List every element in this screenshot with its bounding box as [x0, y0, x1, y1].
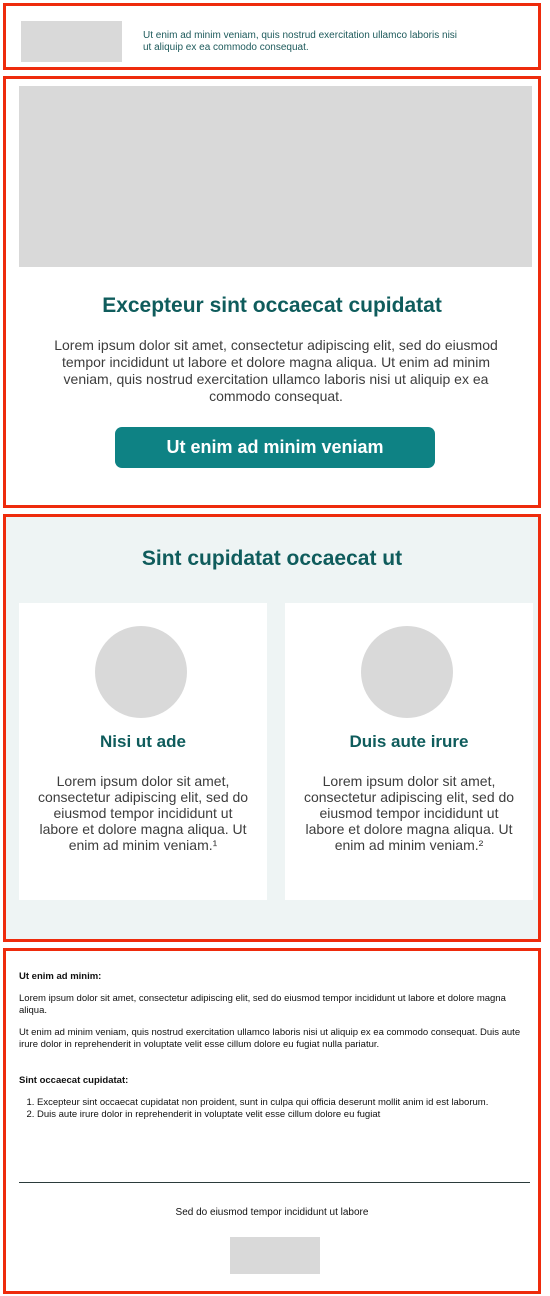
footer-heading: Ut enim ad minim:: [19, 971, 102, 982]
features-section: Sint cupidatat occaecat ut Nisi ut ade L…: [3, 514, 541, 942]
hero-image-placeholder: [19, 86, 532, 267]
feature-image-placeholder: [95, 626, 187, 718]
header-logo-placeholder: [21, 21, 122, 62]
footer-divider: [19, 1182, 530, 1183]
footer-section: Ut enim ad minim: Lorem ipsum dolor sit …: [3, 948, 541, 1294]
footer-footnote-list: Excepteur sint occaecat cupidatat non pr…: [19, 1097, 530, 1121]
header-preheader-text: Ut enim ad minim veniam, quis nostrud ex…: [143, 30, 458, 53]
footer-paragraph: Ut enim ad minim veniam, quis nostrud ex…: [19, 1027, 521, 1050]
header-section: Ut enim ad minim veniam, quis nostrud ex…: [3, 3, 541, 70]
feature-card-1: Nisi ut ade Lorem ipsum dolor sit amet, …: [19, 603, 267, 900]
footer-paragraph: Lorem ipsum dolor sit amet, consectetur …: [19, 993, 506, 1016]
hero-cta-button[interactable]: Ut enim ad minim veniam: [115, 427, 435, 468]
footer-footnote-item: Duis aute irure dolor in reprehenderit i…: [37, 1109, 530, 1121]
features-title: Sint cupidatat occaecat ut: [141, 547, 403, 570]
hero-body-text: Lorem ipsum dolor sit amet, consectetur …: [54, 337, 498, 404]
feature-card-title: Nisi ut ade: [100, 732, 186, 751]
feature-card-text: Lorem ipsum dolor sit amet, consectetur …: [303, 773, 515, 853]
hero-section: Excepteur sint occaecat cupidatat Lorem …: [3, 76, 541, 508]
feature-card-title: Duis aute irure: [349, 732, 469, 751]
feature-card-text: Lorem ipsum dolor sit amet, consectetur …: [37, 773, 249, 853]
footer-footnote-item: Excepteur sint occaecat cupidatat non pr…: [37, 1097, 530, 1109]
feature-card-2: Duis aute irure Lorem ipsum dolor sit am…: [285, 603, 533, 900]
feature-image-placeholder: [361, 626, 453, 718]
footer-content: Ut enim ad minim: Lorem ipsum dolor sit …: [19, 971, 530, 1121]
footer-logo-placeholder: [230, 1237, 320, 1274]
hero-title: Excepteur sint occaecat cupidatat: [102, 294, 442, 317]
footer-heading: Sint occaecat cupidatat:: [19, 1075, 129, 1086]
footer-tagline: Sed do eiusmod tempor incididunt ut labo…: [175, 1207, 369, 1218]
